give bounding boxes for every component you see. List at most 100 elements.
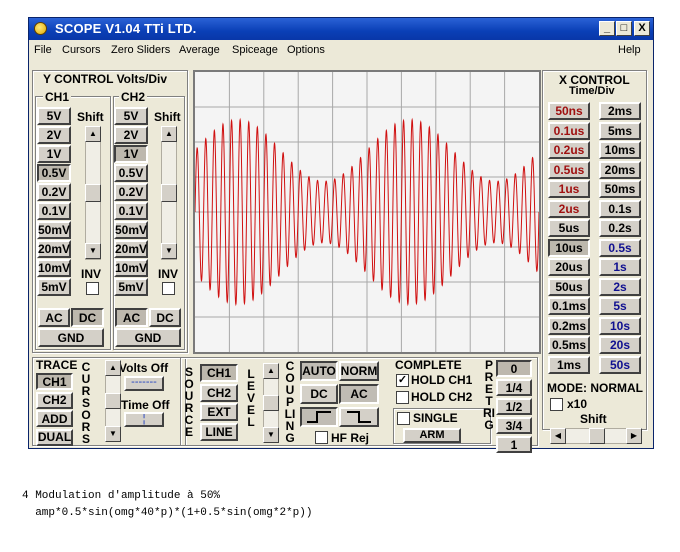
- timebase-20us-button[interactable]: 20us: [548, 258, 590, 276]
- timebase-0-5us-button[interactable]: 0.5us: [548, 160, 590, 179]
- ch2-shift-down-arrow-icon[interactable]: ▼: [161, 243, 177, 259]
- timebase-10ms-button[interactable]: 10ms: [599, 141, 641, 159]
- ch1-shift-scrollbar[interactable]: ▲ ▼: [85, 126, 101, 260]
- ch1-volts-50mv-button[interactable]: 50mV: [37, 221, 71, 239]
- timebase-0-1us-button[interactable]: 0.1us: [548, 121, 590, 140]
- ch2-inv-checkbox[interactable]: [162, 282, 175, 295]
- rising-edge-button[interactable]: [300, 407, 338, 427]
- trace-ch1-button[interactable]: CH1: [36, 373, 73, 390]
- ch1-gnd-button[interactable]: GND: [38, 328, 104, 347]
- cursor-scrollbar[interactable]: ▲ ▼: [105, 360, 121, 442]
- ch2-volts-5v-button[interactable]: 5V: [114, 107, 148, 125]
- timebase-20ms-button[interactable]: 20ms: [599, 160, 641, 179]
- ch1-volts-10mv-button[interactable]: 10mV: [37, 259, 71, 277]
- ch1-ac-button[interactable]: AC: [38, 308, 70, 327]
- source-ext-button[interactable]: EXT: [200, 403, 238, 421]
- timebase-2s-button[interactable]: 2s: [599, 277, 641, 296]
- pretrig-1-4-button[interactable]: 1/4: [496, 379, 532, 396]
- trigger-norm-button[interactable]: NORM: [339, 361, 379, 381]
- single-checkbox[interactable]: [397, 412, 410, 425]
- timebase-1ms-button[interactable]: 1ms: [548, 355, 590, 374]
- timebase-0-1s-button[interactable]: 0.1s: [599, 199, 641, 218]
- ch1-volts-2v-button[interactable]: 2V: [37, 126, 71, 144]
- trace-add-button[interactable]: ADD: [36, 410, 73, 427]
- menu-options[interactable]: Options: [287, 44, 325, 56]
- time-off-slider[interactable]: ¦: [124, 412, 164, 427]
- trace-dual-button[interactable]: DUAL: [36, 428, 73, 446]
- ch2-volts-1v-button[interactable]: 1V: [114, 145, 148, 163]
- ch2-volts-2v-button[interactable]: 2V: [114, 126, 148, 144]
- ch2-volts-5mv-button[interactable]: 5mV: [114, 278, 148, 296]
- x10-checkbox[interactable]: [550, 398, 563, 411]
- ch2-gnd-button[interactable]: GND: [115, 328, 181, 347]
- maximize-button[interactable]: □: [616, 21, 632, 36]
- source-line-button[interactable]: LINE: [200, 422, 238, 441]
- ch1-inv-checkbox[interactable]: [86, 282, 99, 295]
- ch2-volts-0-2v-button[interactable]: 0.2V: [114, 183, 148, 201]
- ch2-ac-button[interactable]: AC: [115, 308, 148, 327]
- ch1-volts-5v-button[interactable]: 5V: [37, 107, 71, 125]
- minimize-button[interactable]: _: [599, 21, 615, 36]
- ch1-shift-up-arrow-icon[interactable]: ▲: [85, 126, 101, 142]
- level-down-arrow-icon[interactable]: ▼: [263, 427, 279, 443]
- menu-file[interactable]: File: [34, 44, 52, 56]
- timebase-50ms-button[interactable]: 50ms: [599, 180, 641, 198]
- ch1-dc-button[interactable]: DC: [71, 308, 104, 327]
- timebase-0-2us-button[interactable]: 0.2us: [548, 141, 590, 159]
- menu-spiceage[interactable]: Spiceage: [232, 44, 278, 56]
- timebase-5us-button[interactable]: 5us: [548, 219, 590, 237]
- ch1-volts-0-5v-button[interactable]: 0.5V: [37, 164, 71, 182]
- timebase-2ms-button[interactable]: 2ms: [599, 102, 641, 120]
- level-up-arrow-icon[interactable]: ▲: [263, 363, 279, 379]
- hf-rej-checkbox[interactable]: [315, 431, 328, 444]
- ch2-dc-button[interactable]: DC: [149, 308, 181, 327]
- menu-help[interactable]: Help: [618, 44, 641, 56]
- timebase-0-2ms-button[interactable]: 0.2ms: [548, 316, 590, 335]
- trigger-auto-button[interactable]: AUTO: [300, 361, 338, 381]
- ch2-volts-50mv-button[interactable]: 50mV: [114, 221, 148, 239]
- hold-ch2-checkbox[interactable]: [396, 391, 409, 404]
- x-shift-thumb[interactable]: [589, 428, 605, 444]
- timebase-50ns-button[interactable]: 50ns: [548, 102, 590, 120]
- timebase-50us-button[interactable]: 50us: [548, 277, 590, 296]
- pretrig-1-button[interactable]: 1: [496, 436, 532, 453]
- ch1-volts-20mv-button[interactable]: 20mV: [37, 240, 71, 258]
- timebase-0-5ms-button[interactable]: 0.5ms: [548, 336, 590, 354]
- timebase-10s-button[interactable]: 10s: [599, 316, 641, 335]
- ch2-volts-0-5v-button[interactable]: 0.5V: [114, 164, 148, 182]
- hold-ch1-checkbox[interactable]: ✓: [396, 374, 409, 387]
- trace-ch2-button[interactable]: CH2: [36, 391, 73, 409]
- ch2-shift-up-arrow-icon[interactable]: ▲: [161, 126, 177, 142]
- timebase-5s-button[interactable]: 5s: [599, 297, 641, 315]
- timebase-1us-button[interactable]: 1us: [548, 180, 590, 198]
- coupling-ac-button[interactable]: AC: [339, 384, 379, 404]
- timebase-0-5s-button[interactable]: 0.5s: [599, 238, 641, 257]
- timebase-1s-button[interactable]: 1s: [599, 258, 641, 276]
- ch1-shift-thumb[interactable]: [85, 184, 101, 202]
- timebase-2us-button[interactable]: 2us: [548, 199, 590, 218]
- arm-button[interactable]: ARM: [403, 428, 461, 443]
- cursor-up-arrow-icon[interactable]: ▲: [105, 360, 121, 376]
- close-button[interactable]: X: [634, 21, 650, 36]
- ch2-shift-scrollbar[interactable]: ▲ ▼: [161, 126, 177, 260]
- coupling-dc-button[interactable]: DC: [300, 384, 338, 404]
- menu-zero-sliders[interactable]: Zero Sliders: [111, 44, 170, 56]
- ch1-volts-0-2v-button[interactable]: 0.2V: [37, 183, 71, 201]
- ch1-volts-5mv-button[interactable]: 5mV: [37, 278, 71, 296]
- ch1-volts-0-1v-button[interactable]: 0.1V: [37, 202, 71, 220]
- source-ch1-button[interactable]: CH1: [200, 364, 238, 382]
- ch1-shift-down-arrow-icon[interactable]: ▼: [85, 243, 101, 259]
- pretrig-3-4-button[interactable]: 3/4: [496, 417, 532, 434]
- cursor-down-arrow-icon[interactable]: ▼: [105, 426, 121, 442]
- timebase-5ms-button[interactable]: 5ms: [599, 121, 641, 140]
- level-thumb[interactable]: [263, 395, 279, 411]
- source-ch2-button[interactable]: CH2: [200, 383, 238, 402]
- ch1-volts-1v-button[interactable]: 1V: [37, 145, 71, 163]
- menu-average[interactable]: Average: [179, 44, 220, 56]
- ch2-volts-20mv-button[interactable]: 20mV: [114, 240, 148, 258]
- x-shift-right-arrow-icon[interactable]: ▶: [626, 428, 642, 444]
- menu-cursors[interactable]: Cursors: [62, 44, 101, 56]
- x-shift-scrollbar[interactable]: ◀ ▶: [550, 428, 642, 444]
- ch2-volts-0-1v-button[interactable]: 0.1V: [114, 202, 148, 220]
- ch2-volts-10mv-button[interactable]: 10mV: [114, 259, 148, 277]
